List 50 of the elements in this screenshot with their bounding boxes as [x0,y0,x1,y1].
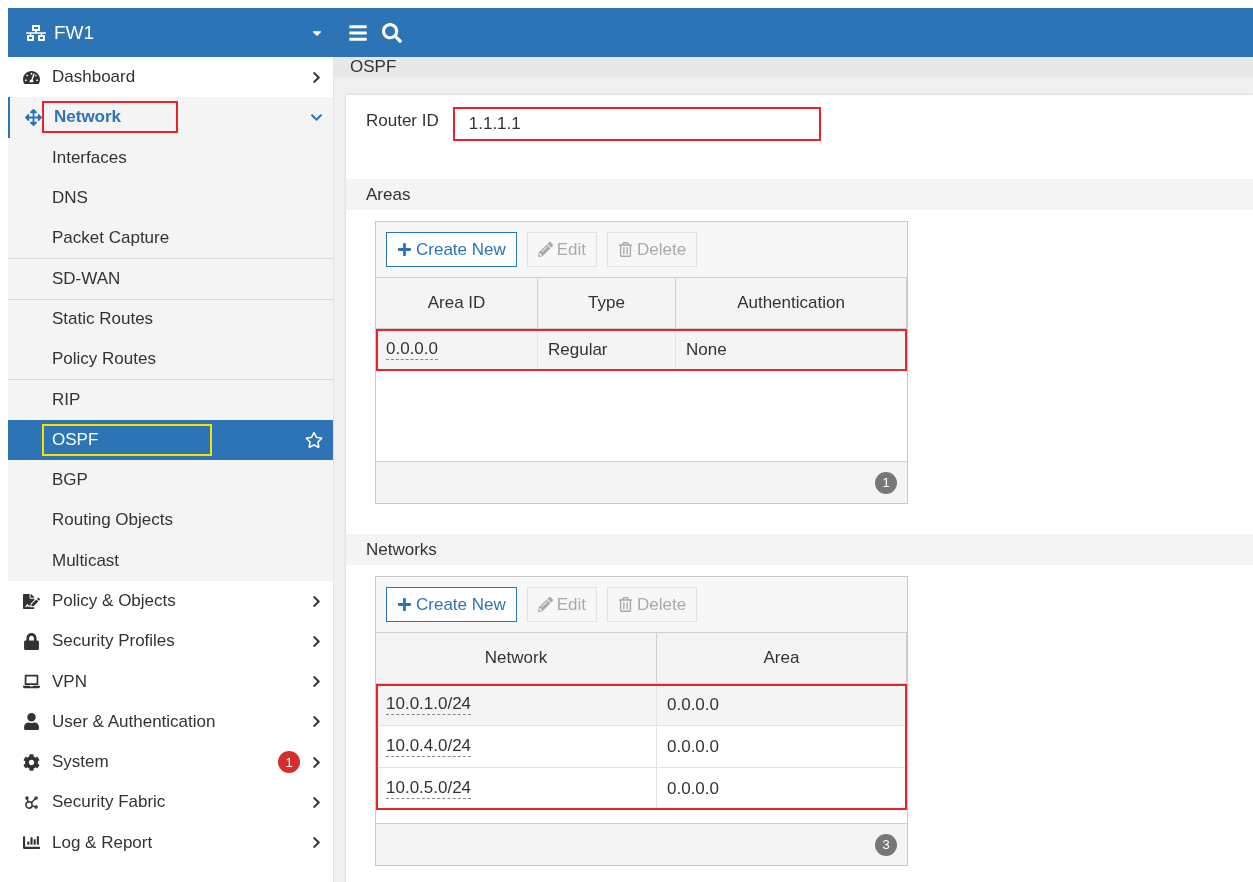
chevron-right-icon [310,796,323,809]
column-header[interactable]: Authentication [676,278,907,329]
submenu-item[interactable]: BGP [8,459,333,501]
field-label: Router ID [366,110,439,131]
chevron-right-icon [310,634,323,648]
submenu-item[interactable]: SD-WAN [8,258,333,299]
submenu-item[interactable]: Multicast [8,540,333,581]
table-cell: None [676,329,907,371]
chevron-right-icon [310,70,323,84]
toolbar-button[interactable]: Create New [386,587,517,622]
toolbar-button[interactable]: Create New [386,232,517,267]
section-title: Areas [346,179,1253,210]
section-title: Networks [346,534,1253,565]
chevron-right-icon [310,755,323,769]
button-icon [618,242,634,257]
submenu-item[interactable]: Interfaces [8,137,333,178]
column-header[interactable]: Network [376,633,657,684]
table-cell: 0.0.0.0 [657,684,907,726]
chevron-right-icon [310,715,323,729]
submenu-item[interactable]: DNS [8,177,333,219]
row-count-badge: 3 [875,833,897,856]
page-title: OSPF [334,57,1253,77]
submenu-item[interactable]: RIP [8,379,333,420]
submenu-item[interactable]: Static Routes [8,298,333,340]
button-icon [618,597,634,612]
sidebar-item[interactable]: Network [8,97,333,138]
chevron-right-icon [310,836,323,850]
submenu-item[interactable]: Packet Capture [8,218,333,259]
button-icon [537,597,553,612]
submenu-item[interactable]: OSPF [8,419,333,460]
column-header[interactable]: Area [657,633,907,684]
submenu-item[interactable]: Policy Routes [8,339,333,380]
table-cell: 10.0.1.0/24 [376,684,657,726]
chevron-right-icon [310,675,323,689]
notification-badge: 1 [278,751,300,774]
chevron-right-icon [310,594,323,608]
search-icon[interactable] [382,22,402,43]
row-count-badge: 1 [875,471,897,494]
button-icon [397,597,412,612]
router-id-field[interactable]: 1.1.1.1 [452,107,821,141]
column-header[interactable]: Area ID [376,278,538,329]
button-icon [397,242,412,257]
menu-icon[interactable] [348,22,368,43]
device-name: FW1 [54,21,96,44]
table-cell: Regular [538,329,676,371]
button-icon [537,242,553,257]
star-icon[interactable] [305,430,323,449]
table-cell: 10.0.4.0/24 [376,726,657,768]
column-header[interactable]: Type [538,278,676,329]
submenu-item[interactable]: Routing Objects [8,500,333,541]
